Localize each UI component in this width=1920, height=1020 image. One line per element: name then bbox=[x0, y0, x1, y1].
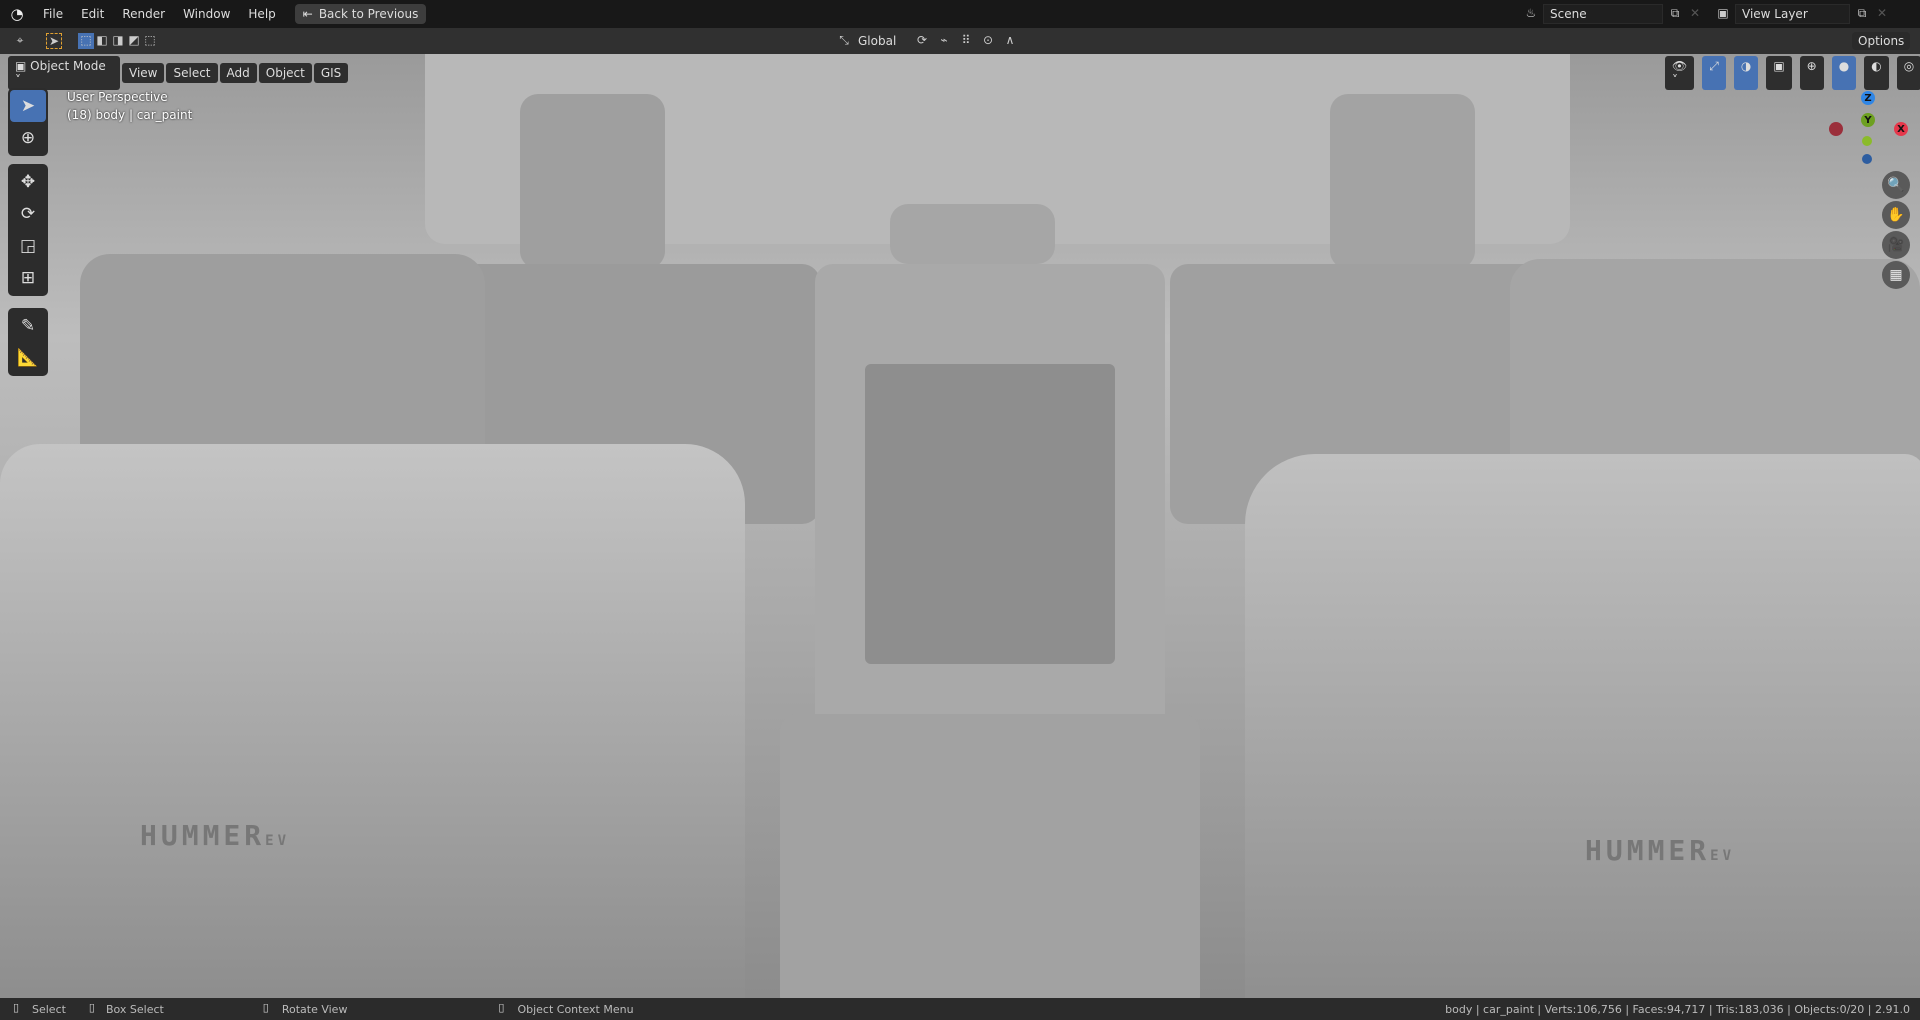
back-icon: ⇤ bbox=[302, 7, 313, 21]
scene-statistics: body | car_paint | Verts:106,756 | Faces… bbox=[1445, 1002, 1910, 1016]
rendered-shading-icon[interactable]: ◎ bbox=[1896, 56, 1920, 90]
orientation-dropdown[interactable]: Global bbox=[858, 34, 908, 48]
proportional-edit-icon[interactable]: ⊙ bbox=[980, 33, 996, 49]
menu-file[interactable]: File bbox=[34, 7, 72, 21]
menu-view[interactable]: View bbox=[122, 63, 165, 83]
xray-icon[interactable]: ▣ bbox=[1766, 56, 1792, 90]
view-perspective-label: User Perspective bbox=[67, 90, 168, 104]
object-mode-icon: ▣ bbox=[15, 59, 31, 73]
active-object-label: (18) body | car_paint bbox=[67, 108, 193, 122]
gizmo-neg-z[interactable] bbox=[1862, 154, 1872, 164]
gizmo-z-axis[interactable]: Z bbox=[1861, 91, 1875, 105]
menu-add[interactable]: Add bbox=[219, 63, 257, 83]
hummer-logo-right: HUMMEREV bbox=[1585, 834, 1736, 867]
pan-view-icon[interactable]: ✋ bbox=[1882, 201, 1910, 229]
move-tool-icon[interactable]: ✥ bbox=[10, 166, 46, 198]
snap-icon[interactable]: ⌁ bbox=[936, 33, 952, 49]
menu-edit[interactable]: Edit bbox=[72, 7, 113, 21]
select-box-tool-icon[interactable]: ➤ bbox=[10, 90, 46, 122]
visibility-icon[interactable]: 👁˅ bbox=[1665, 56, 1695, 90]
viewport-shading-controls: 👁˅ ⤢ ◑ ▣ ⊕ ● ◐ ◎ bbox=[1665, 56, 1920, 90]
status-context-menu: Object Context Menu bbox=[517, 1002, 634, 1016]
back-to-previous-button[interactable]: ⇤ Back to Previous bbox=[294, 4, 427, 24]
toolbar-transform-group: ✥ ⟳ ◲ ⊞ bbox=[8, 164, 48, 296]
solid-shading-icon[interactable]: ● bbox=[1831, 56, 1857, 90]
new-view-layer-icon[interactable]: ⧉ bbox=[1854, 6, 1870, 22]
scene-label: Scene bbox=[1550, 7, 1587, 21]
select-tool-icon[interactable]: ➤ bbox=[46, 33, 62, 49]
toolbar-annotate-group: ✎ 📐 bbox=[8, 308, 48, 376]
remove-scene-icon[interactable]: ✕ bbox=[1687, 6, 1703, 22]
armrest-panel bbox=[865, 364, 1115, 664]
measure-tool-icon[interactable]: 📐 bbox=[10, 342, 46, 374]
snap-target-icon[interactable]: ⠿ bbox=[958, 33, 974, 49]
tool-header: ⌖ ➤ ⬚ ◧ ◨ ◩ ⬚ ⤡ Global ⟳ ⌁ ⠿ ⊙ ∧ Options bbox=[0, 28, 1920, 54]
transform-tool-icon[interactable]: ⊞ bbox=[10, 262, 46, 294]
status-bar: ▯ Select ▯ Box Select ▯ Rotate View ▯ Ob… bbox=[0, 998, 1920, 1020]
perspective-toggle-icon[interactable]: ▦ bbox=[1882, 261, 1910, 289]
cursor-tool-icon[interactable]: ⊕ bbox=[10, 122, 46, 154]
status-box-select: Box Select bbox=[105, 1002, 164, 1016]
view-layer-icon[interactable]: ▣ bbox=[1715, 6, 1731, 22]
mode-extend-icon[interactable]: ◧ bbox=[94, 33, 110, 49]
view-layer-label: View Layer bbox=[1742, 7, 1808, 21]
annotate-tool-icon[interactable]: ✎ bbox=[10, 310, 46, 342]
menu-window[interactable]: Window bbox=[174, 7, 239, 21]
mode-label: Object Mode bbox=[30, 59, 106, 73]
hummer-logo-left: HUMMEREV bbox=[140, 819, 291, 852]
material-shading-icon[interactable]: ◐ bbox=[1864, 56, 1889, 90]
scene-field[interactable]: Scene bbox=[1543, 4, 1663, 24]
menu-help[interactable]: Help bbox=[239, 7, 284, 21]
toolbar-select-group: ➤ ⊕ bbox=[8, 88, 48, 156]
rear-headrest-left bbox=[520, 94, 665, 269]
mouse-left-icon: ▯ bbox=[12, 1001, 20, 1014]
new-scene-icon[interactable]: ⧉ bbox=[1667, 6, 1683, 22]
top-bar: ◔ File Edit Render Window Help ⇤ Back to … bbox=[0, 0, 1920, 28]
blender-logo-icon[interactable]: ◔ bbox=[0, 5, 34, 23]
overlays-icon[interactable]: ◑ bbox=[1733, 56, 1759, 90]
mouse-right-icon: ▯ bbox=[498, 1001, 505, 1014]
gizmo-neg-y[interactable] bbox=[1862, 136, 1872, 146]
mode-subtract-icon[interactable]: ◨ bbox=[110, 33, 126, 49]
gizmo-neg-x[interactable] bbox=[1829, 122, 1843, 136]
menu-object[interactable]: Object bbox=[258, 63, 312, 83]
center-cushion bbox=[780, 714, 1200, 998]
mouse-middle-icon: ▯ bbox=[262, 1001, 269, 1014]
mode-new-icon[interactable]: ⬚ bbox=[78, 33, 94, 49]
mouse-drag-icon: ▯ bbox=[88, 1001, 95, 1014]
gizmo-y-axis[interactable]: Y bbox=[1861, 113, 1875, 127]
mode-intersect-icon[interactable]: ⬚ bbox=[142, 33, 158, 49]
viewport-header: ▣ Object Mode ˅ View Select Add Object G… bbox=[8, 56, 350, 90]
gizmo-toggle-icon[interactable]: ⤢ bbox=[1702, 56, 1726, 90]
rotate-tool-icon[interactable]: ⟳ bbox=[10, 198, 46, 230]
view-layer-field[interactable]: View Layer bbox=[1735, 4, 1850, 24]
pivot-icon[interactable]: ⟳ bbox=[914, 33, 930, 49]
zoom-view-icon[interactable]: 🔍 bbox=[1882, 171, 1910, 199]
mode-invert-icon[interactable]: ◩ bbox=[126, 33, 142, 49]
menu-render[interactable]: Render bbox=[113, 7, 174, 21]
scene-icon[interactable]: ♨ bbox=[1523, 6, 1539, 22]
options-dropdown[interactable]: Options bbox=[1852, 32, 1911, 50]
camera-view-icon[interactable]: 🎥 bbox=[1882, 231, 1910, 259]
center-headrest bbox=[890, 204, 1055, 264]
menu-select[interactable]: Select bbox=[166, 63, 218, 83]
editor-type-icon[interactable]: ⌖ bbox=[12, 33, 28, 49]
3d-viewport[interactable]: HUMMEREV HUMMEREV ▣ Object Mode ˅ View S… bbox=[0, 54, 1920, 998]
falloff-icon[interactable]: ∧ bbox=[1002, 33, 1018, 49]
orientation-icon: ⤡ bbox=[839, 33, 849, 47]
gizmo-x-axis[interactable]: X bbox=[1894, 122, 1908, 136]
options-label: Options bbox=[1858, 34, 1905, 48]
back-label: Back to Previous bbox=[318, 7, 419, 21]
status-rotate-view: Rotate View bbox=[281, 1002, 348, 1016]
mode-dropdown[interactable]: ▣ Object Mode ˅ bbox=[8, 56, 120, 90]
scale-tool-icon[interactable]: ◲ bbox=[10, 230, 46, 262]
front-seat-right bbox=[1245, 454, 1920, 998]
menu-gis[interactable]: GIS bbox=[313, 63, 349, 83]
remove-view-layer-icon[interactable]: ✕ bbox=[1874, 6, 1890, 22]
status-select: Select bbox=[32, 1002, 66, 1016]
rear-headrest-right bbox=[1330, 94, 1475, 269]
front-seat-left bbox=[0, 444, 745, 998]
wireframe-shading-icon[interactable]: ⊕ bbox=[1799, 56, 1824, 90]
